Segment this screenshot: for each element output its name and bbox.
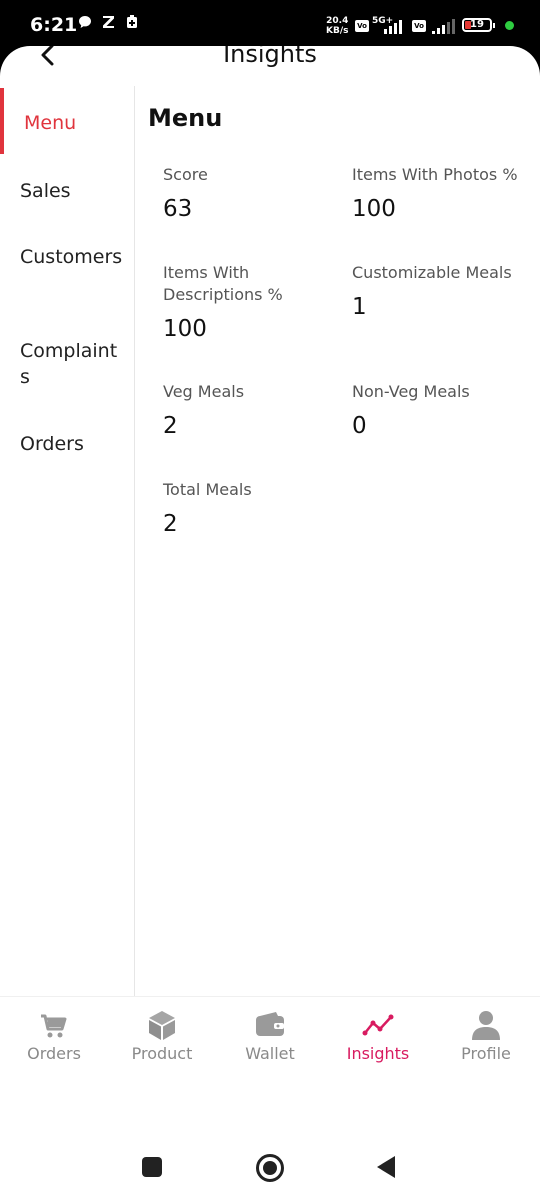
section-title: Menu xyxy=(148,104,223,132)
privacy-dot xyxy=(505,21,514,30)
battery-icon: 19 xyxy=(462,18,495,32)
trend-line-icon xyxy=(362,1014,394,1036)
stat-value: 1 xyxy=(352,294,367,320)
sidebar-item-complaints[interactable]: Complaints xyxy=(20,338,124,390)
stat-customizable-meals: Customizable Meals 1 xyxy=(352,262,532,320)
system-navigation-bar xyxy=(0,1130,540,1200)
nav-label: Profile xyxy=(461,1044,511,1063)
insights-sidebar: Menu Sales Customers Complaints Orders xyxy=(0,86,135,998)
battery-level: 19 xyxy=(470,19,484,30)
stat-label: Veg Meals xyxy=(163,382,245,401)
network-speed: 20.4 KB/s xyxy=(326,16,348,36)
stat-label: Customizable Meals xyxy=(352,263,512,282)
shield-plus-icon xyxy=(126,15,138,33)
volte-icon: Vo xyxy=(355,20,369,32)
active-tab-indicator xyxy=(0,88,4,154)
bottom-navigation: Orders Product Wallet Insights Profile xyxy=(0,996,540,1087)
stat-label: Items With Photos % xyxy=(352,165,518,184)
stat-value: 63 xyxy=(163,196,193,222)
nav-profile[interactable]: Profile xyxy=(432,997,540,1087)
stat-label: Total Meals xyxy=(163,480,252,499)
speed-value: 20.4 xyxy=(326,16,349,26)
signal-bars-2-icon xyxy=(432,18,455,34)
speed-unit: KB/s xyxy=(326,26,349,36)
sidebar-item-orders[interactable]: Orders xyxy=(20,431,124,457)
chat-bubble-icon xyxy=(78,15,92,33)
z-app-icon xyxy=(102,15,115,33)
wallet-icon xyxy=(256,1012,284,1036)
nav-label: Orders xyxy=(27,1044,81,1063)
stat-value: 2 xyxy=(163,413,178,439)
signal-bars-icon xyxy=(384,18,402,34)
recents-icon[interactable] xyxy=(141,1156,163,1178)
stat-items-with-photos: Items With Photos % 100 xyxy=(352,164,532,222)
nav-insights[interactable]: Insights xyxy=(324,997,432,1087)
stat-label: Score xyxy=(163,165,208,184)
nav-label: Wallet xyxy=(245,1044,295,1063)
cube-icon xyxy=(149,1011,175,1040)
sidebar-item-menu[interactable]: Menu xyxy=(24,110,128,136)
stat-value: 100 xyxy=(352,196,396,222)
stat-non-veg-meals: Non-Veg Meals 0 xyxy=(352,381,532,439)
stat-score: Score 63 xyxy=(163,164,343,222)
cart-icon xyxy=(41,1014,67,1038)
page-title: Insights xyxy=(223,46,317,68)
stat-veg-meals: Veg Meals 2 xyxy=(163,381,343,439)
person-icon xyxy=(472,1011,500,1040)
nav-label: Product xyxy=(131,1044,193,1063)
status-time: 6:21 xyxy=(30,14,78,36)
stat-label: Non-Veg Meals xyxy=(352,382,470,401)
back-triangle-icon[interactable] xyxy=(375,1155,397,1179)
stat-items-with-descriptions: Items With Descriptions % 100 xyxy=(163,262,303,342)
home-icon[interactable] xyxy=(255,1153,285,1183)
stat-label: Items With Descriptions % xyxy=(163,263,283,304)
stat-total-meals: Total Meals 2 xyxy=(163,479,343,537)
stat-value: 100 xyxy=(163,316,207,342)
sidebar-item-customers[interactable]: Customers xyxy=(20,244,124,270)
nav-wallet[interactable]: Wallet xyxy=(216,997,324,1087)
stat-value: 0 xyxy=(352,413,367,439)
nav-orders[interactable]: Orders xyxy=(0,997,108,1087)
sidebar-item-sales[interactable]: Sales xyxy=(20,178,124,204)
stat-value: 2 xyxy=(163,511,178,537)
nav-label: Insights xyxy=(346,1044,410,1063)
nav-product[interactable]: Product xyxy=(108,997,216,1087)
status-bar: 6:21 20.4 KB/s Vo 5G+ Vo 19 xyxy=(0,0,540,48)
volte-lte-icon: Vo xyxy=(412,20,426,32)
